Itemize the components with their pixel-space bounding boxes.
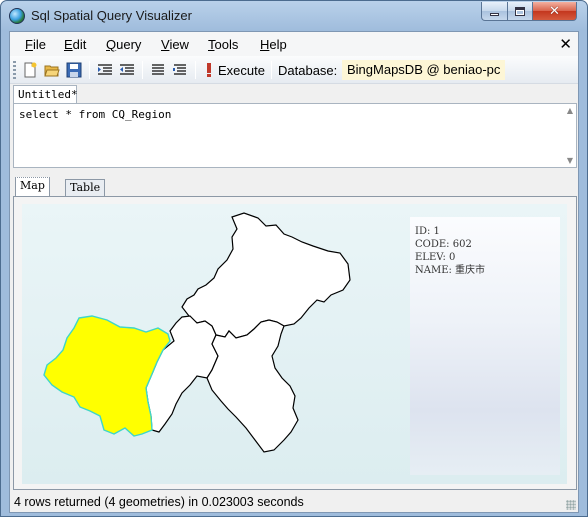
menu-help[interactable]: Help [260, 37, 287, 52]
scroll-up-arrow-icon[interactable]: ▲ [567, 106, 573, 115]
query-text: select * from CQ_Region [19, 108, 172, 121]
info-elev: ELEV: 0 [415, 252, 456, 263]
execute-icon-button[interactable] [200, 61, 218, 79]
close-icon: ✕ [549, 3, 560, 19]
minimize-button[interactable] [481, 2, 508, 21]
status-text: 4 rows returned (4 geometries) in 0.0230… [14, 495, 304, 509]
menu-query[interactable]: Query [106, 37, 141, 52]
toolbar-grip[interactable] [13, 61, 16, 79]
menu-tools[interactable]: Tools [208, 37, 238, 52]
execute-button[interactable]: Execute [218, 63, 265, 78]
comment-button[interactable] [149, 61, 167, 79]
database-selector[interactable]: BingMapsDB @ beniao-pc [342, 60, 506, 80]
map-view[interactable]: ID: 1 CODE: 602 ELEV: 0 NAME: 重庆市 [22, 204, 567, 484]
globe-icon [9, 8, 25, 24]
resize-grip-icon[interactable] [566, 500, 576, 510]
new-file-button[interactable] [21, 61, 39, 79]
toolbar-separator [142, 61, 143, 79]
info-id: ID: 1 [415, 226, 440, 237]
toolbar-separator [89, 61, 90, 79]
status-bar: 4 rows returned (4 geometries) in 0.0230… [10, 492, 578, 512]
results-panel: ID: 1 CODE: 602 ELEV: 0 NAME: 重庆市 [13, 196, 577, 490]
feature-info-box: ID: 1 CODE: 602 ELEV: 0 NAME: 重庆市 [410, 217, 560, 475]
window-title: Sql Spatial Query Visualizer [31, 8, 192, 23]
save-icon [66, 62, 82, 78]
toolbar-separator [195, 61, 196, 79]
save-button[interactable] [65, 61, 83, 79]
tab-untitled[interactable]: Untitled* [13, 85, 78, 104]
comment-lines-icon [152, 64, 164, 75]
close-button[interactable]: ✕ [532, 2, 577, 21]
folder-open-icon [44, 65, 60, 77]
open-file-button[interactable] [43, 61, 61, 79]
database-label: Database: [278, 63, 338, 78]
outdent-icon [120, 64, 134, 75]
maximize-icon [515, 6, 525, 16]
minimize-icon [490, 12, 499, 16]
exclamation-icon [207, 63, 211, 77]
new-file-icon [24, 62, 37, 78]
indent-icon [98, 64, 112, 75]
region-northeast[interactable] [181, 212, 351, 339]
uncomment-lines-icon [173, 64, 186, 75]
region-southeast[interactable] [206, 319, 299, 453]
maximize-button[interactable] [507, 2, 533, 21]
indent-button[interactable] [96, 61, 114, 79]
app-window: Sql Spatial Query Visualizer ✕ File Edit… [0, 0, 588, 517]
title-bar[interactable]: Sql Spatial Query Visualizer ✕ [1, 1, 587, 31]
info-name: NAME: 重庆市 [415, 265, 486, 276]
menu-view[interactable]: View [161, 37, 189, 52]
document-close-icon[interactable]: ✕ [559, 35, 572, 53]
tab-table[interactable]: Table [65, 179, 106, 197]
region-west-selected[interactable] [43, 315, 171, 437]
toolbar-separator [271, 61, 272, 79]
info-code: CODE: 602 [415, 239, 472, 250]
tab-map[interactable]: Map [15, 177, 50, 197]
client-area: File Edit Query View Tools Help ✕ Execut… [9, 31, 579, 513]
menu-edit[interactable]: Edit [64, 37, 86, 52]
toolbar: Execute Database: BingMapsDB @ beniao-pc [10, 56, 578, 84]
uncomment-button[interactable] [171, 61, 189, 79]
query-editor[interactable]: select * from CQ_Region ▲ ▼ [13, 103, 577, 168]
scroll-down-arrow-icon[interactable]: ▼ [567, 156, 573, 165]
menu-file[interactable]: File [25, 37, 46, 52]
outdent-button[interactable] [118, 61, 136, 79]
menu-bar: File Edit Query View Tools Help ✕ [10, 32, 578, 56]
